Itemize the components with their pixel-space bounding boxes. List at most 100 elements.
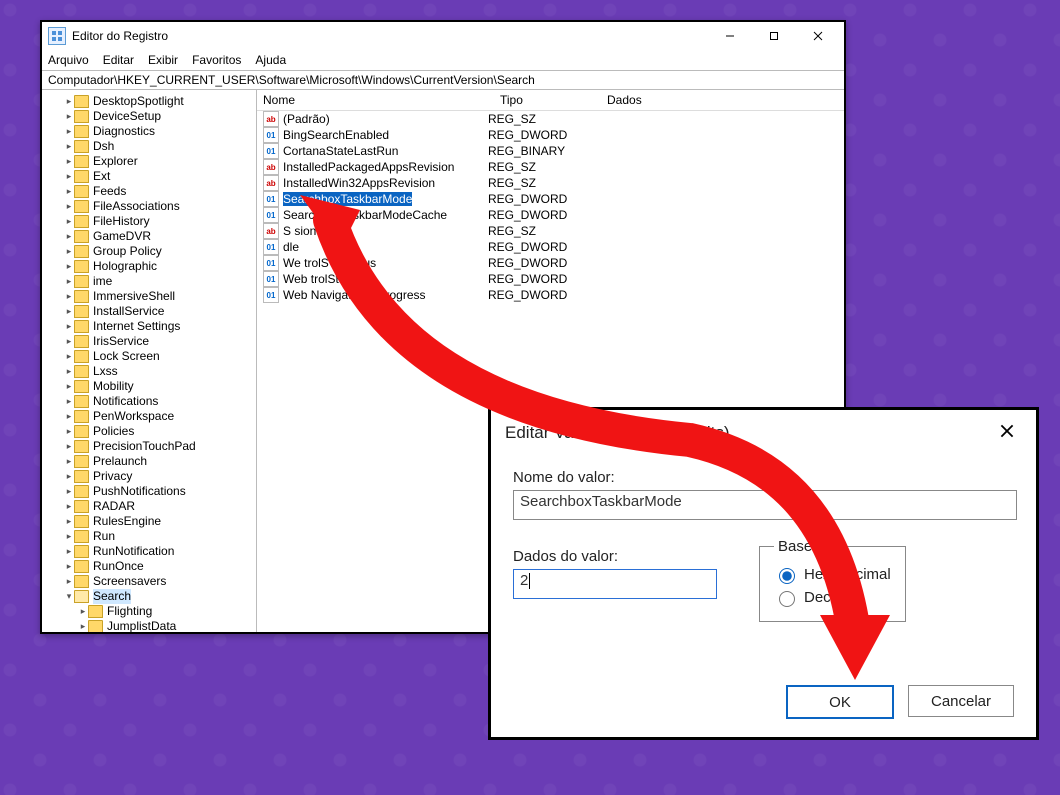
expand-caret-icon[interactable]: ▸ [64,484,74,499]
tree-item[interactable]: ▸Feeds [64,184,256,199]
col-dados[interactable]: Dados [601,90,844,110]
tree-item[interactable]: ▸FileHistory [64,214,256,229]
expand-caret-icon[interactable]: ▸ [64,274,74,289]
tree-item[interactable]: ▸DeviceSetup [64,109,256,124]
tree-item[interactable]: ▸GameDVR [64,229,256,244]
cancel-button[interactable]: Cancelar [908,685,1014,717]
expand-caret-icon[interactable]: ▸ [64,169,74,184]
radio-hex[interactable]: Hexadecimal [774,565,891,584]
tree-item[interactable]: ▸Internet Settings [64,319,256,334]
tree-item[interactable]: ▸Group Policy [64,244,256,259]
value-row[interactable]: 01SearchboxTaskbarModeREG_DWORD [257,191,844,207]
expand-caret-icon[interactable]: ▸ [64,514,74,529]
expand-caret-icon[interactable]: ▸ [64,409,74,424]
expand-caret-icon[interactable]: ▸ [64,424,74,439]
value-row[interactable]: 01Web trolStatusREG_DWORD [257,271,844,287]
tree-item[interactable]: ▸Explorer [64,154,256,169]
value-row[interactable]: ab(Padrão)REG_SZ [257,111,844,127]
close-button[interactable] [796,22,840,50]
expand-caret-icon[interactable]: ▾ [64,589,74,604]
expand-caret-icon[interactable]: ▸ [64,94,74,109]
expand-caret-icon[interactable]: ▸ [78,604,88,619]
radio-dec[interactable]: Decimal [774,588,891,607]
expand-caret-icon[interactable]: ▸ [64,394,74,409]
expand-caret-icon[interactable]: ▸ [64,544,74,559]
menu-editar[interactable]: Editar [103,53,134,67]
value-data-input[interactable]: 2 [513,569,717,599]
dialog-close-button[interactable] [992,418,1022,447]
expand-caret-icon[interactable]: ▸ [78,619,88,632]
expand-caret-icon[interactable]: ▸ [64,439,74,454]
value-row[interactable]: abInstalledWin32AppsRevisionREG_SZ [257,175,844,191]
radio-dec-input[interactable] [779,591,795,607]
tree-item[interactable]: ▸InstallService [64,304,256,319]
tree-item[interactable]: ▸Privacy [64,469,256,484]
expand-caret-icon[interactable]: ▸ [64,154,74,169]
tree-item[interactable]: ▸Lxss [64,364,256,379]
menu-ajuda[interactable]: Ajuda [255,53,286,67]
expand-caret-icon[interactable]: ▸ [64,529,74,544]
expand-caret-icon[interactable]: ▸ [64,124,74,139]
tree-item[interactable]: ▸Ext [64,169,256,184]
expand-caret-icon[interactable]: ▸ [64,499,74,514]
tree-item[interactable]: ▸Run [64,529,256,544]
expand-caret-icon[interactable]: ▸ [64,259,74,274]
expand-caret-icon[interactable]: ▸ [64,289,74,304]
tree-item[interactable]: ▸Flighting [78,604,256,619]
tree-item[interactable]: ▸ime [64,274,256,289]
tree-item[interactable]: ▸Screensavers [64,574,256,589]
tree-item[interactable]: ▸Dsh [64,139,256,154]
tree-item[interactable]: ▸PenWorkspace [64,409,256,424]
expand-caret-icon[interactable]: ▸ [64,574,74,589]
maximize-button[interactable] [752,22,796,50]
expand-caret-icon[interactable]: ▸ [64,454,74,469]
ok-button[interactable]: OK [786,685,894,719]
menu-favoritos[interactable]: Favoritos [192,53,241,67]
expand-caret-icon[interactable]: ▸ [64,349,74,364]
radio-hex-input[interactable] [779,568,795,584]
expand-caret-icon[interactable]: ▸ [64,139,74,154]
tree-item[interactable]: ▾Search▸Flighting▸JumplistData [64,589,256,632]
value-row[interactable]: 01 dleREG_DWORD [257,239,844,255]
expand-caret-icon[interactable]: ▸ [64,559,74,574]
tree-item[interactable]: ▸PrecisionTouchPad [64,439,256,454]
address-bar[interactable]: Computador\HKEY_CURRENT_USER\Software\Mi… [42,70,844,90]
tree-item[interactable]: ▸DesktopSpotlight [64,94,256,109]
expand-caret-icon[interactable]: ▸ [64,184,74,199]
tree-item[interactable]: ▸IrisService [64,334,256,349]
tree-item[interactable]: ▸Holographic [64,259,256,274]
tree-item[interactable]: ▸ImmersiveShell [64,289,256,304]
expand-caret-icon[interactable]: ▸ [64,469,74,484]
value-row[interactable]: 01Web NavigationInProgressREG_DWORD [257,287,844,303]
expand-caret-icon[interactable]: ▸ [64,334,74,349]
menu-arquivo[interactable]: Arquivo [48,53,89,67]
expand-caret-icon[interactable]: ▸ [64,199,74,214]
value-row[interactable]: abInstalledPackagedAppsRevisionREG_SZ [257,159,844,175]
expand-caret-icon[interactable]: ▸ [64,214,74,229]
expand-caret-icon[interactable]: ▸ [64,109,74,124]
expand-caret-icon[interactable]: ▸ [64,229,74,244]
value-row[interactable]: 01SearchboxTaskbarModeCacheREG_DWORD [257,207,844,223]
tree-item[interactable]: ▸Lock Screen [64,349,256,364]
value-row[interactable]: 01CortanaStateLastRunREG_BINARY [257,143,844,159]
value-row[interactable]: abS sionREG_SZ [257,223,844,239]
tree-item[interactable]: ▸Policies [64,424,256,439]
value-name-input[interactable]: SearchboxTaskbarMode [513,490,1017,520]
tree-item[interactable]: ▸RulesEngine [64,514,256,529]
tree-item[interactable]: ▸FileAssociations [64,199,256,214]
tree-pane[interactable]: ▸DesktopSpotlight▸DeviceSetup▸Diagnostic… [42,90,257,632]
tree-item[interactable]: ▸PushNotifications [64,484,256,499]
expand-caret-icon[interactable]: ▸ [64,319,74,334]
tree-item[interactable]: ▸Mobility [64,379,256,394]
expand-caret-icon[interactable]: ▸ [64,304,74,319]
expand-caret-icon[interactable]: ▸ [64,379,74,394]
tree-item[interactable]: ▸RADAR [64,499,256,514]
menu-exibir[interactable]: Exibir [148,53,178,67]
tree-item[interactable]: ▸RunNotification [64,544,256,559]
tree-item[interactable]: ▸JumplistData [78,619,256,632]
value-row[interactable]: 01BingSearchEnabledREG_DWORD [257,127,844,143]
tree-item[interactable]: ▸Diagnostics [64,124,256,139]
tree-item[interactable]: ▸Notifications [64,394,256,409]
value-row[interactable]: 01We trolS ryStatusREG_DWORD [257,255,844,271]
col-tipo[interactable]: Tipo [494,90,601,110]
